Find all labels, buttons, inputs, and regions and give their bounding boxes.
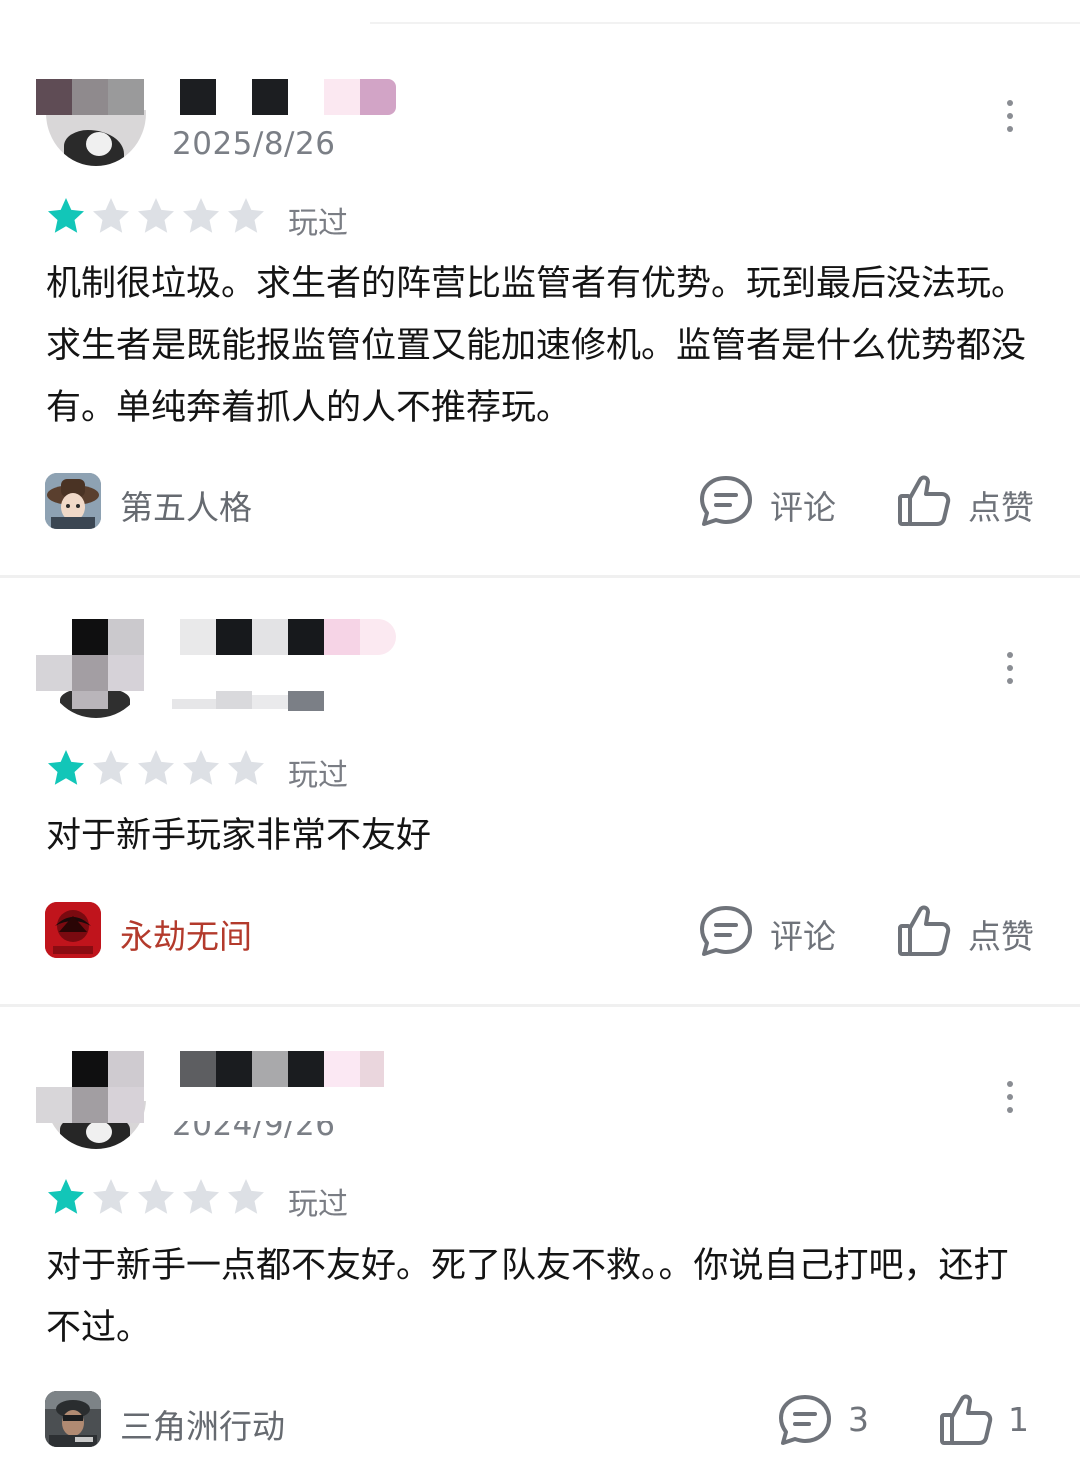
played-label: 玩过: [288, 206, 348, 241]
game-name[interactable]: 第五人格: [120, 481, 252, 529]
more-options-icon[interactable]: [1000, 650, 1020, 686]
naraka-game-icon[interactable]: [45, 902, 101, 958]
star-empty-icon: [226, 196, 266, 236]
avatar-blurred: [36, 1051, 144, 1123]
star-empty-icon: [136, 748, 176, 788]
thumbs-up-icon[interactable]: [938, 1391, 994, 1447]
review-date: 2025/8/26: [172, 126, 336, 162]
more-options-icon[interactable]: [1000, 98, 1020, 134]
star-empty-icon: [181, 196, 221, 236]
review-card: 2025/8/26 玩过 机制很垃圾。求生者的阵营比监管者有优势。玩到最后没法玩…: [0, 0, 1080, 578]
more-options-icon[interactable]: [1000, 1079, 1020, 1115]
star-empty-icon: [181, 748, 221, 788]
review-date-blurred: [172, 691, 324, 711]
thumbs-up-icon[interactable]: [896, 472, 952, 528]
star-filled-icon: [46, 1177, 86, 1217]
username-blurred[interactable]: [36, 79, 396, 115]
review-card: 玩过 对于新手玩家非常不友好 永劫无间 评论 点赞: [0, 578, 1080, 1006]
star-empty-icon: [91, 1177, 131, 1217]
played-label: 玩过: [288, 1187, 348, 1222]
comment-icon[interactable]: [777, 1392, 833, 1448]
username-blurred[interactable]: [180, 619, 396, 655]
review-date: 2024/9/26: [172, 1107, 336, 1143]
avatar-blurred: [36, 619, 144, 709]
played-label: 玩过: [288, 758, 348, 793]
star-empty-icon: [226, 1177, 266, 1217]
comment-button[interactable]: 评论: [770, 910, 836, 958]
review-card: 2024/9/26 玩过 对于新手一点都不友好。死了队友不救。。你说自己打吧，还…: [0, 1007, 1080, 1484]
username-blurred[interactable]: [180, 1051, 396, 1087]
rating-stars: [46, 1177, 276, 1217]
star-empty-icon: [136, 1177, 176, 1217]
like-button[interactable]: 点赞: [968, 910, 1034, 958]
star-empty-icon: [136, 196, 176, 236]
delta-force-game-icon[interactable]: [45, 1391, 101, 1447]
game-name[interactable]: 三角洲行动: [120, 1400, 285, 1448]
thumbs-up-icon[interactable]: [896, 902, 952, 958]
rating-stars: [46, 196, 276, 236]
comment-icon[interactable]: [698, 903, 754, 959]
like-button[interactable]: 点赞: [968, 481, 1034, 529]
comment-icon[interactable]: [698, 473, 754, 529]
rating-stars: [46, 748, 276, 788]
game-name[interactable]: 永劫无间: [120, 910, 252, 958]
star-empty-icon: [91, 748, 131, 788]
star-filled-icon: [46, 196, 86, 236]
comment-button[interactable]: 评论: [770, 481, 836, 529]
review-text: 对于新手一点都不友好。死了队友不救。。你说自己打吧，还打不过。: [46, 1246, 1009, 1348]
like-count[interactable]: 1: [1008, 1400, 1029, 1439]
star-empty-icon: [226, 748, 266, 788]
review-text: 对于新手玩家非常不友好: [46, 816, 432, 856]
star-empty-icon: [91, 196, 131, 236]
review-text: 机制很垃圾。求生者的阵营比监管者有优势。玩到最后没法玩。求生者是既能报监管位置又…: [46, 264, 1027, 428]
identity-v-game-icon[interactable]: [45, 473, 101, 529]
comment-count[interactable]: 3: [848, 1400, 869, 1439]
star-empty-icon: [181, 1177, 221, 1217]
star-filled-icon: [46, 748, 86, 788]
